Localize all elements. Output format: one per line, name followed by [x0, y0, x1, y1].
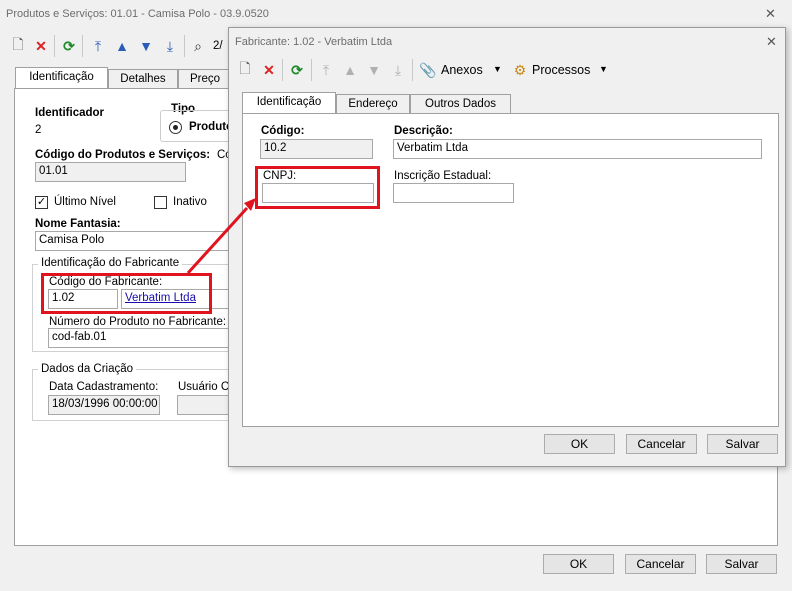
main-save-button[interactable]: Salvar [706, 554, 777, 574]
numero-produto-field[interactable]: cod-fab.01 [48, 328, 231, 348]
dialog-previous-record-icon: ▲ [343, 62, 357, 78]
ie-field[interactable] [393, 183, 514, 203]
main-ok-button[interactable]: OK [543, 554, 614, 574]
dialog-last-record-icon: ⤓ [394, 61, 402, 78]
nome-fantasia-field[interactable]: Camisa Polo [35, 231, 235, 251]
dialog-first-record-icon: ⤒ [322, 61, 330, 78]
identificador-label: Identificador [35, 107, 105, 119]
processos-dropdown-icon[interactable]: ▼ [599, 64, 608, 74]
paperclip-icon: 📎 [419, 61, 437, 78]
nome-fantasia-label: Nome Fantasia: [35, 218, 121, 230]
dialog-title: Fabricante: 1.02 - Verbatim Ltda [235, 36, 393, 48]
tab-preco[interactable]: Preço [178, 69, 232, 89]
usuario-field [177, 395, 233, 415]
toolbar-separator [82, 35, 83, 57]
toolbar-separator [282, 59, 283, 81]
dialog-tab-endereco[interactable]: Endereço [336, 94, 410, 114]
search-icon[interactable]: ⌕ [189, 37, 207, 55]
fabricante-dialog: Fabricante: 1.02 - Verbatim Ltda ✕ 🗋 ✕ ⟳… [228, 27, 786, 467]
dialog-delete-icon[interactable]: ✕ [260, 61, 278, 79]
data-cadastro-label: Data Cadastramento: [49, 381, 159, 393]
dialog-close-icon[interactable]: ✕ [766, 34, 777, 50]
dialog-descricao-field[interactable]: Verbatim Ltda [393, 139, 762, 159]
record-position: 2/ [213, 40, 223, 52]
refresh-icon[interactable]: ⟳ [60, 37, 78, 55]
dialog-codigo-label: Código: [261, 125, 305, 137]
codigo-field[interactable]: 01.01 [35, 162, 186, 182]
main-cancel-button[interactable]: Cancelar [625, 554, 696, 574]
ultimo-nivel-checkbox[interactable]: ✓ [35, 196, 48, 209]
ie-label: Inscrição Estadual: [394, 170, 492, 182]
dialog-codigo-field: 10.2 [260, 139, 373, 159]
previous-record-icon[interactable]: ▲ [113, 37, 131, 55]
codigo-label: Código do Produtos e Serviços: [35, 149, 211, 161]
dialog-descricao-label: Descrição: [394, 125, 453, 137]
inativo-checkbox[interactable] [154, 196, 167, 209]
processos-icon: ⚙ [513, 61, 527, 78]
processos-button[interactable]: Processos [532, 63, 590, 77]
identificador-value: 2 [35, 124, 42, 136]
usuario-label: Usuário Cri [178, 381, 236, 393]
toolbar-separator [54, 35, 55, 57]
new-icon[interactable]: 🗋 [9, 36, 27, 55]
dialog-ok-button[interactable]: OK [544, 434, 615, 454]
main-close-icon[interactable]: ✕ [765, 6, 776, 22]
fabricante-group-label: Identificação do Fabricante [38, 257, 183, 269]
tab-detalhes[interactable]: Detalhes [108, 69, 178, 89]
criacao-group-label: Dados da Criação [38, 363, 137, 375]
dialog-tab-panel [242, 113, 779, 427]
dialog-new-icon[interactable]: 🗋 [236, 60, 254, 79]
highlight-box-cnpj [255, 166, 380, 209]
dialog-refresh-icon[interactable]: ⟳ [288, 61, 306, 79]
anexos-dropdown-icon[interactable]: ▼ [493, 64, 502, 74]
dialog-tab-identificacao[interactable]: Identificação [242, 92, 336, 114]
dialog-tab-outros-dados[interactable]: Outros Dados [410, 94, 511, 114]
dialog-cancel-button[interactable]: Cancelar [626, 434, 697, 454]
toolbar-separator [311, 59, 312, 81]
data-cadastro-field: 18/03/1996 00:00:00 [48, 395, 160, 415]
numero-produto-label: Número do Produto no Fabricante: [49, 316, 227, 328]
inativo-label: Inativo [173, 196, 207, 208]
toolbar-separator [184, 35, 185, 57]
tab-identificacao[interactable]: Identificação [15, 67, 108, 89]
delete-icon[interactable]: ✕ [32, 37, 50, 55]
ultimo-nivel-label: Último Nível [54, 196, 116, 208]
highlight-box-fabricante [41, 273, 212, 314]
first-record-icon[interactable]: ⤒ [89, 37, 107, 55]
dialog-next-record-icon: ▼ [367, 62, 381, 78]
main-window-title: Produtos e Serviços: 01.01 - Camisa Polo… [6, 8, 269, 20]
toolbar-separator [412, 59, 413, 81]
dialog-save-button[interactable]: Salvar [707, 434, 778, 454]
next-record-icon[interactable]: ▼ [137, 37, 155, 55]
tipo-radio[interactable] [169, 121, 182, 134]
tipo-option-label: Produto [189, 121, 234, 133]
last-record-icon[interactable]: ⤓ [161, 37, 179, 55]
anexos-button[interactable]: Anexos [441, 63, 483, 77]
